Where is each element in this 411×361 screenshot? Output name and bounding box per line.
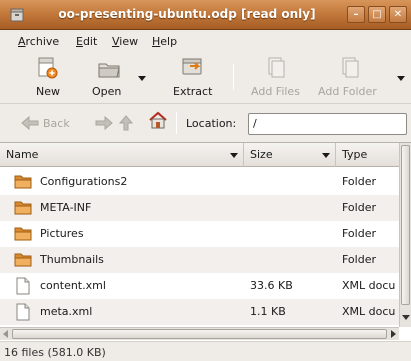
menu-help[interactable]: Help bbox=[152, 35, 177, 48]
file-name: Pictures bbox=[40, 227, 84, 240]
add-files-button[interactable]: Add Files bbox=[248, 56, 304, 100]
horizontal-scrollbar[interactable] bbox=[0, 327, 399, 340]
menu-archive[interactable]: Archive bbox=[18, 35, 59, 48]
extract-button[interactable]: Extract bbox=[170, 56, 216, 100]
open-archive-icon bbox=[98, 63, 120, 78]
status-bar: 16 files (581.0 KB) bbox=[0, 341, 411, 361]
size-column-label: Size bbox=[250, 148, 273, 161]
status-text: 16 files (581.0 KB) bbox=[4, 346, 106, 359]
sort-arrow-icon bbox=[322, 153, 330, 158]
add-folder-button[interactable]: Add Folder bbox=[318, 56, 384, 100]
file-row[interactable]: Pictures Folder bbox=[0, 221, 399, 247]
file-size: 33.6 KB bbox=[250, 279, 293, 292]
maximize-button[interactable]: □ bbox=[368, 6, 386, 23]
forward-arrow-icon bbox=[95, 116, 113, 130]
minimize-button[interactable]: – bbox=[347, 6, 365, 23]
file-row[interactable]: META-INF Folder bbox=[0, 195, 399, 221]
file-row[interactable]: Configurations2 Folder bbox=[0, 169, 399, 195]
location-separator bbox=[176, 112, 177, 134]
up-arrow-icon bbox=[119, 115, 133, 131]
add-folder-label: Add Folder bbox=[318, 85, 377, 98]
back-label: Back bbox=[43, 116, 70, 130]
toolbar-separator bbox=[233, 64, 234, 90]
extract-icon bbox=[182, 58, 202, 75]
file-name: Thumbnails bbox=[40, 253, 104, 266]
menu-bar: Archive Edit View Help bbox=[0, 30, 411, 52]
title-bar[interactable]: oo-presenting-ubuntu.odp [read only] – □… bbox=[0, 0, 411, 30]
type-column-header[interactable]: Type bbox=[336, 143, 399, 167]
file-name: content.xml bbox=[40, 279, 106, 292]
home-button[interactable] bbox=[148, 111, 168, 129]
file-row[interactable]: content.xml 33.6 KB XML docu bbox=[0, 273, 399, 299]
scroll-left-arrow-icon[interactable] bbox=[3, 330, 8, 338]
file-type: XML docu bbox=[342, 279, 396, 292]
menu-view[interactable]: View bbox=[112, 35, 138, 48]
file-name: meta.xml bbox=[40, 305, 93, 318]
vertical-scrollbar[interactable] bbox=[399, 143, 411, 327]
file-type: Folder bbox=[342, 175, 376, 188]
file-list: Name Size Type Configurations2 Folder ME… bbox=[0, 142, 411, 341]
file-name: Configurations2 bbox=[40, 175, 128, 188]
name-column-label: Name bbox=[6, 148, 39, 161]
archive-manager-window: oo-presenting-ubuntu.odp [read only] – □… bbox=[0, 0, 411, 361]
vertical-scroll-thumb[interactable] bbox=[401, 145, 410, 305]
new-button[interactable]: New bbox=[30, 56, 64, 100]
file-row[interactable]: meta.xml 1.1 KB XML docu bbox=[0, 299, 399, 325]
new-archive-icon bbox=[38, 57, 58, 79]
document-icon bbox=[16, 303, 30, 321]
window-title: oo-presenting-ubuntu.odp [read only] bbox=[58, 7, 316, 21]
scroll-down-arrow-icon[interactable] bbox=[402, 315, 410, 320]
document-icon bbox=[16, 277, 30, 295]
location-label: Location: bbox=[186, 117, 237, 130]
up-button[interactable] bbox=[119, 114, 133, 132]
folder-icon bbox=[14, 227, 32, 241]
archive-app-icon[interactable] bbox=[9, 7, 25, 23]
file-name: META-INF bbox=[40, 201, 92, 214]
type-column-label: Type bbox=[342, 148, 368, 161]
forward-button[interactable] bbox=[94, 114, 114, 132]
new-label: New bbox=[36, 85, 60, 98]
menu-edit[interactable]: Edit bbox=[76, 35, 97, 48]
back-arrow-icon bbox=[21, 116, 39, 130]
column-header: Name Size Type bbox=[0, 143, 399, 167]
toolbar: New Open Extract Add Files Add Folder bbox=[0, 52, 411, 104]
file-type: Folder bbox=[342, 227, 376, 240]
folder-icon bbox=[14, 253, 32, 267]
folder-icon bbox=[14, 201, 32, 215]
location-input[interactable]: / bbox=[248, 113, 407, 135]
folder-icon bbox=[14, 175, 32, 189]
close-button[interactable]: ✕ bbox=[389, 6, 407, 23]
file-type: XML docu bbox=[342, 305, 396, 318]
file-size: 1.1 KB bbox=[250, 305, 286, 318]
scroll-right-arrow-icon[interactable] bbox=[391, 330, 396, 338]
horizontal-scroll-thumb[interactable] bbox=[12, 329, 387, 339]
location-bar: Back Location: / bbox=[0, 106, 411, 140]
home-icon bbox=[149, 111, 167, 129]
back-button[interactable]: Back bbox=[20, 114, 70, 132]
add-files-label: Add Files bbox=[251, 85, 300, 98]
size-column-header[interactable]: Size bbox=[244, 143, 336, 167]
open-dropdown-arrow[interactable] bbox=[138, 76, 146, 81]
file-type: Folder bbox=[342, 201, 376, 214]
file-row[interactable]: Thumbnails Folder bbox=[0, 247, 399, 273]
name-column-header[interactable]: Name bbox=[0, 143, 244, 167]
sort-arrow-icon bbox=[230, 153, 238, 158]
add-files-icon bbox=[268, 57, 285, 78]
open-button[interactable]: Open bbox=[90, 56, 130, 100]
extract-label: Extract bbox=[173, 85, 213, 98]
open-label: Open bbox=[92, 85, 122, 98]
file-type: Folder bbox=[342, 253, 376, 266]
toolbar-overflow-arrow[interactable] bbox=[397, 76, 405, 81]
add-folder-icon bbox=[342, 57, 359, 78]
